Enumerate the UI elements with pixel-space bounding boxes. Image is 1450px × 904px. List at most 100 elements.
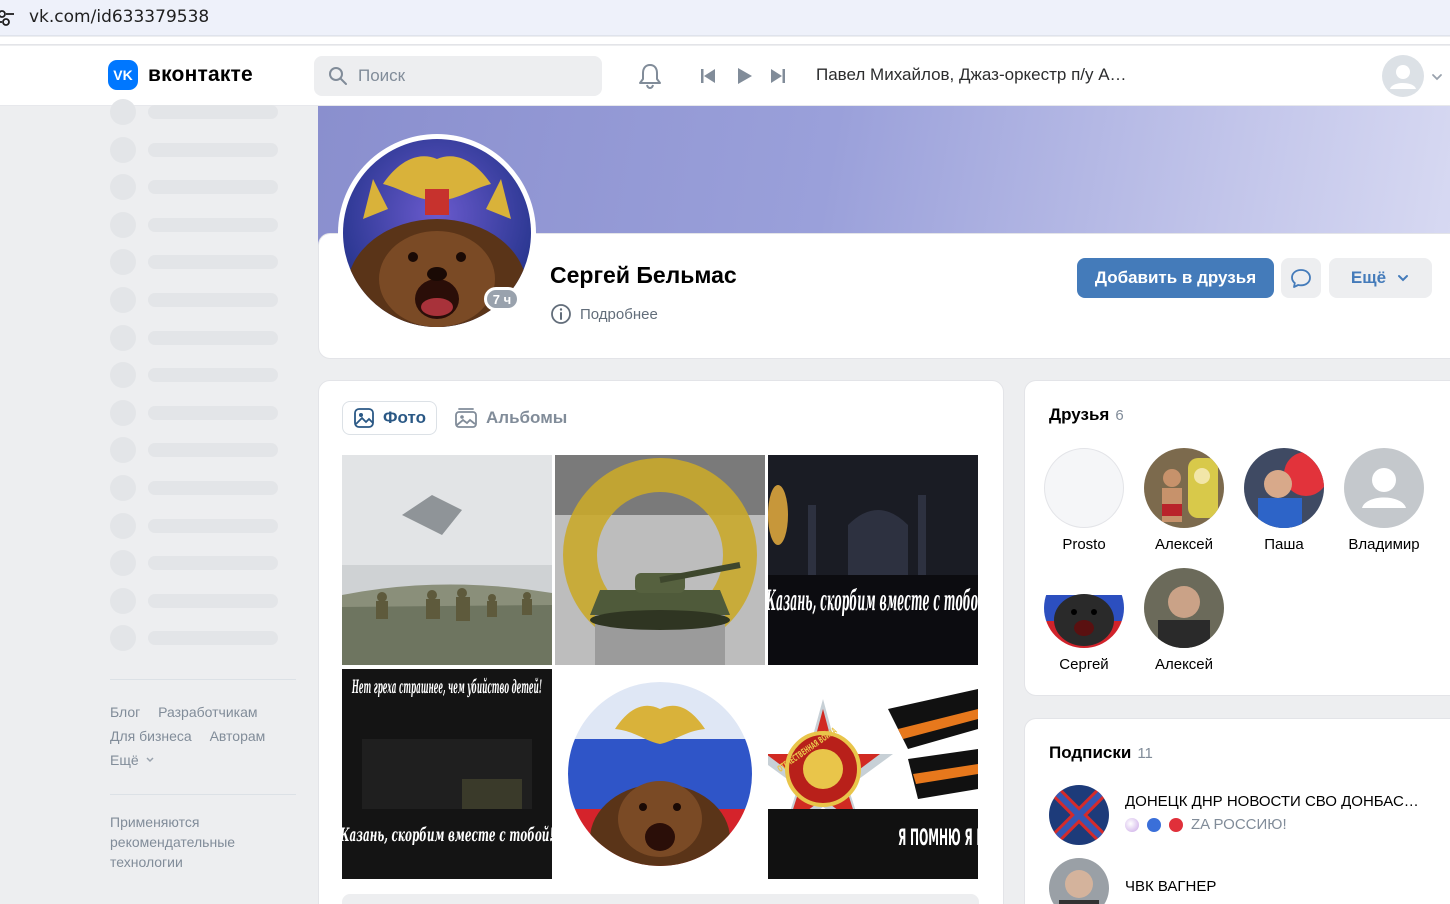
footer-link-business[interactable]: Для бизнеса	[110, 728, 192, 744]
now-playing-track[interactable]: Павел Михайлов, Джаз-оркестр п/у А…	[816, 65, 1127, 85]
search-input[interactable]	[358, 66, 578, 86]
profile-details-link[interactable]: Подробнее	[550, 303, 658, 325]
more-button[interactable]: Ещё	[1329, 258, 1432, 298]
play-icon[interactable]	[734, 66, 754, 86]
friend-card[interactable]: Алексей	[1134, 448, 1234, 553]
friend-card[interactable]: Сергей	[1034, 568, 1134, 673]
footer-link-blog[interactable]: Блог	[110, 704, 140, 720]
message-icon	[1291, 269, 1311, 288]
recommendation-note[interactable]: Применяются рекомендательные технологии	[110, 812, 290, 872]
skeleton-icon-placeholder	[110, 249, 136, 276]
photo-thumbnail[interactable]: Нет греха страшнее, чем убийство детей! …	[342, 669, 552, 879]
photo-block-next-item	[342, 894, 979, 904]
subscriptions-title[interactable]: Подписки 11	[1049, 743, 1153, 763]
subscription-title: ЧВК ВАГНЕР	[1125, 878, 1217, 895]
vk-logo-text: вконтакте	[148, 63, 253, 86]
friend-name: Паша	[1264, 536, 1304, 553]
skeleton-icon-placeholder	[110, 174, 136, 201]
friend-name: Владимир	[1348, 536, 1420, 553]
bell-icon[interactable]	[636, 62, 664, 90]
message-button[interactable]	[1281, 258, 1321, 298]
sidebar-divider	[110, 794, 296, 795]
skeleton-icon-placeholder	[110, 287, 136, 313]
skeleton-text-placeholder	[148, 105, 278, 119]
friend-avatar	[1344, 448, 1424, 528]
search-icon	[329, 67, 347, 85]
friend-avatar	[1044, 568, 1124, 648]
chevron-down-icon[interactable]	[1430, 70, 1444, 84]
subscriptions-title-label: Подписки	[1049, 743, 1132, 762]
photo-caption: Казань, скорбим вместе с тобой!	[342, 824, 552, 846]
friends-title-label: Друзья	[1049, 405, 1110, 424]
friends-count: 6	[1115, 407, 1124, 424]
add-friend-button[interactable]: Добавить в друзья	[1077, 258, 1274, 298]
subscription-subtitle-text: ZA РОССИЮ!	[1191, 816, 1287, 833]
photo-caption: Я ПОМНЮ Я ГОРЖУСЬ	[898, 826, 978, 851]
photo-thumbnail[interactable]	[555, 669, 765, 879]
footer-link-more[interactable]: Ещё	[110, 748, 139, 772]
subscription-avatar	[1049, 858, 1109, 904]
photo-caption: Нет греха страшнее, чем убийство детей!	[352, 676, 542, 698]
footer-link-authors[interactable]: Авторам	[210, 728, 266, 744]
info-icon	[551, 304, 571, 324]
photo-thumbnail[interactable]	[342, 455, 552, 665]
skeleton-text-placeholder	[148, 217, 278, 232]
skeleton-icon-placeholder	[110, 399, 136, 426]
tab-photos[interactable]: Фото	[342, 401, 437, 435]
prev-track-icon[interactable]	[698, 66, 718, 86]
friends-title[interactable]: Друзья 6	[1049, 405, 1124, 425]
subscription-title: ДОНЕЦК ДНР НОВОСТИ СВО ДОНБАС…	[1125, 793, 1419, 810]
skeleton-text-placeholder	[148, 368, 278, 383]
skeleton-icon-placeholder	[110, 362, 136, 389]
photo-grid: Казань, скорбим вместе с тобой Нет греха…	[342, 455, 979, 879]
browser-separator	[0, 37, 1450, 45]
tab-albums[interactable]: Альбомы	[454, 401, 567, 435]
friend-avatar	[1144, 568, 1224, 648]
tab-photos-label: Фото	[383, 408, 426, 427]
subscription-item[interactable]: ДОНЕЦК ДНР НОВОСТИ СВО ДОНБАС… ZA РОССИЮ…	[1049, 785, 1419, 845]
photo-thumbnail[interactable]	[555, 455, 765, 665]
friend-name: Алексей	[1154, 536, 1214, 553]
skeleton-icon-placeholder	[110, 475, 136, 501]
search-box[interactable]	[314, 56, 602, 96]
photo-thumbnail[interactable]: ОТЕЧЕСТВЕННАЯ ВОЙНА Я ПОМНЮ Я ГОРЖУСЬ	[768, 669, 978, 879]
skeleton-text-placeholder	[148, 593, 278, 608]
skeleton-text-placeholder	[148, 443, 278, 458]
footer-link-developers[interactable]: Разработчикам	[158, 704, 257, 720]
friend-name: Алексей	[1154, 656, 1214, 673]
site-settings-icon[interactable]	[0, 8, 14, 28]
photo-caption: Казань, скорбим вместе с тобой	[768, 584, 978, 617]
skeleton-icon-placeholder	[110, 625, 136, 652]
top-header: VK вконтакте Павел Михайлов, Джаз-оркест…	[0, 46, 1450, 106]
address-url[interactable]: vk.com/id633379538	[29, 7, 209, 27]
skeleton-text-placeholder	[148, 180, 278, 195]
browser-address-bar: vk.com/id633379538	[0, 0, 1450, 36]
friend-card[interactable]: Паша	[1234, 448, 1334, 553]
blue-circle-icon	[1147, 817, 1161, 832]
skeleton-icon-placeholder	[110, 324, 136, 351]
next-track-icon[interactable]	[768, 66, 788, 86]
friend-card[interactable]: Алексей	[1134, 568, 1234, 673]
friend-card[interactable]: Владимир	[1334, 448, 1434, 553]
profile-name: Сергей Бельмас	[550, 262, 737, 288]
tab-albums-label: Альбомы	[486, 408, 568, 427]
skeleton-icon-placeholder	[110, 512, 136, 539]
user-avatar-icon[interactable]	[1382, 55, 1424, 97]
footer-more[interactable]: Ещё	[110, 748, 279, 772]
subscriptions-count: 11	[1137, 745, 1153, 762]
friend-card[interactable]: Prosto	[1034, 448, 1134, 553]
photo-thumbnail[interactable]: Казань, скорбим вместе с тобой	[768, 455, 978, 665]
chevron-down-icon	[146, 757, 154, 763]
friend-name: Сергей	[1059, 656, 1109, 673]
skeleton-text-placeholder	[148, 481, 278, 495]
subscription-item[interactable]: ЧВК ВАГНЕР	[1049, 858, 1216, 904]
sidebar-divider	[110, 679, 296, 680]
more-button-label: Ещё	[1350, 268, 1387, 287]
last-seen-badge: 7 ч	[484, 287, 520, 311]
vk-logo[interactable]: VK вконтакте	[108, 60, 253, 90]
friend-avatar	[1244, 448, 1324, 528]
skeleton-text-placeholder	[148, 631, 278, 646]
chevron-down-icon	[1398, 275, 1409, 282]
skeleton-icon-placeholder	[110, 437, 136, 464]
skeleton-text-placeholder	[148, 330, 278, 345]
